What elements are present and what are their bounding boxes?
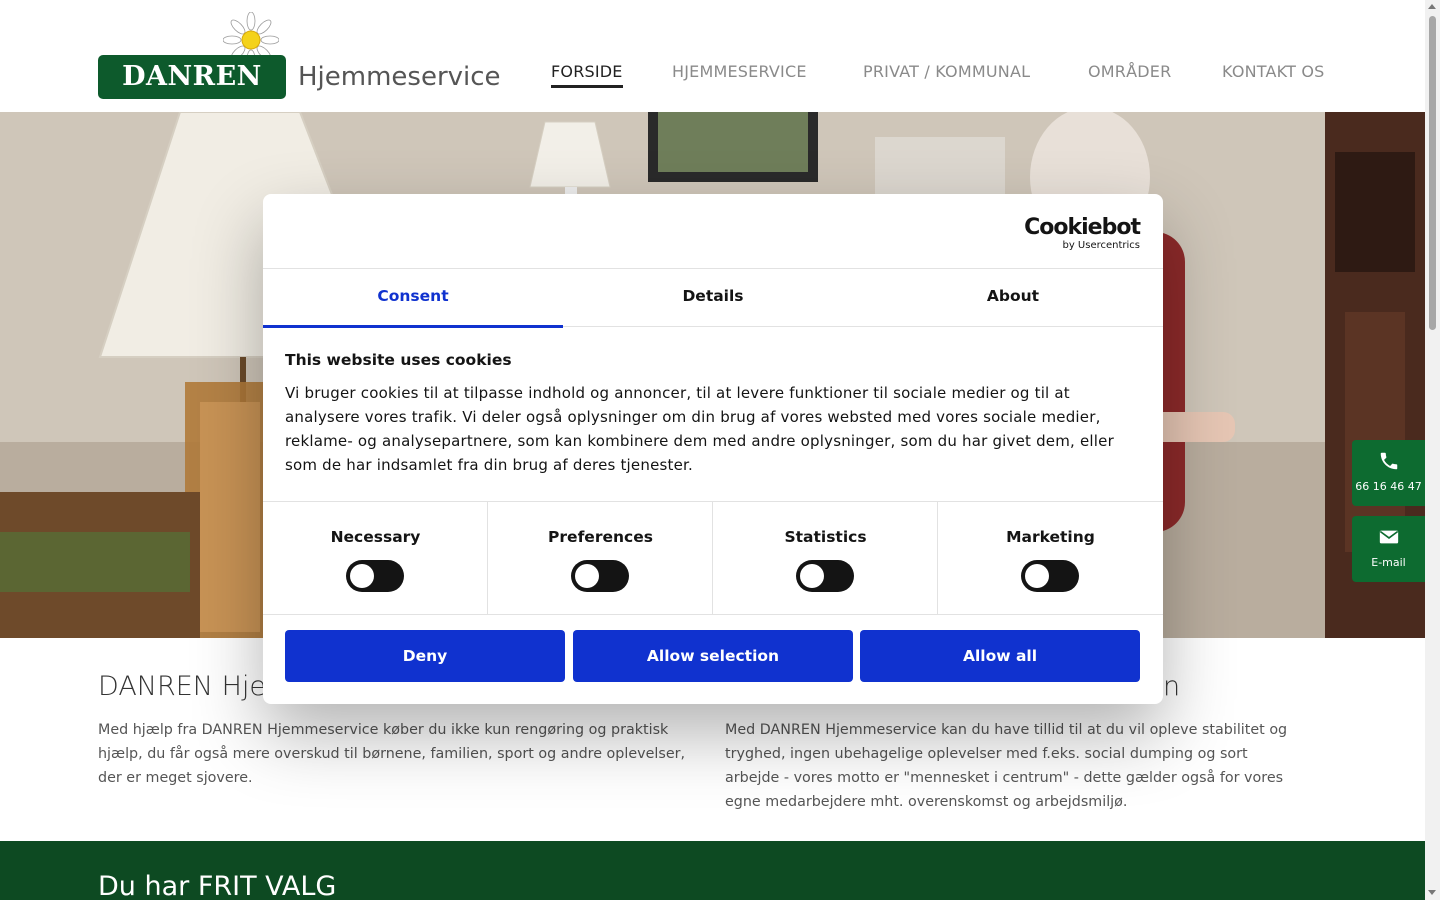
cookie-dialog-text: Vi bruger cookies til at tilpasse indhol… (285, 384, 1114, 474)
category-necessary: Necessary (263, 502, 488, 615)
phone-button[interactable]: 66 16 46 47 (1352, 440, 1425, 506)
cookie-dialog-header: Cookiebot by Usercentrics (263, 194, 1163, 269)
logo-badge-text: DANREN (122, 61, 262, 92)
category-statistics: Statistics (713, 502, 938, 615)
toggle-knob (350, 564, 374, 588)
preferences-toggle[interactable] (571, 560, 629, 592)
tab-consent[interactable]: Consent (263, 269, 563, 328)
frit-valg-heading: Du har FRIT VALG (98, 871, 337, 900)
cookiebot-logo-text: Cookiebot (1024, 215, 1141, 240)
cookiebot-logo[interactable]: Cookiebot by Usercentrics (1024, 215, 1141, 252)
nav-item-forside[interactable]: FORSIDE (551, 62, 623, 88)
deny-button[interactable]: Deny (285, 630, 565, 682)
left-paragraph: Med hjælp fra DANREN Hjemmeservice køber… (98, 722, 686, 786)
toggle-knob (575, 564, 599, 588)
category-label: Preferences (548, 528, 653, 546)
necessary-toggle[interactable] (346, 560, 404, 592)
category-label: Statistics (784, 528, 867, 546)
cookiebot-logo-sub: by Usercentrics (1062, 240, 1140, 251)
nav-item-privat-kommunal[interactable]: PRIVAT / KOMMUNAL (863, 62, 1030, 81)
category-label: Marketing (1006, 528, 1095, 546)
toggle-knob (1025, 564, 1049, 588)
statistics-toggle[interactable] (796, 560, 854, 592)
nav-item-hjemmeservice[interactable]: HJEMMESERVICE (672, 62, 807, 81)
category-marketing: Marketing (938, 502, 1163, 615)
tab-about[interactable]: About (863, 269, 1163, 327)
logo-badge: DANREN (98, 55, 286, 99)
phone-number: 66 16 46 47 (1355, 480, 1422, 493)
allow-all-button[interactable]: Allow all (860, 630, 1140, 682)
marketing-toggle[interactable] (1021, 560, 1079, 592)
cookie-tabs: Consent Details About (263, 269, 1163, 328)
scroll-up-arrow-icon[interactable] (1428, 4, 1436, 9)
cookie-dialog-body: This website uses cookies Vi bruger cook… (285, 351, 1145, 477)
category-label: Necessary (330, 528, 421, 546)
frit-valg-section: Du har FRIT VALG (0, 841, 1425, 900)
cookie-consent-dialog: Cookiebot by Usercentrics Consent Detail… (263, 194, 1163, 704)
envelope-icon (1379, 530, 1399, 544)
cookie-dialog-title: This website uses cookies (285, 351, 512, 369)
cookie-category-toggles: Necessary Preferences Statistics Marketi… (263, 501, 1163, 615)
nav-item-kontakt-os[interactable]: KONTAKT OS (1222, 62, 1325, 81)
page-scrollbar[interactable] (1425, 0, 1440, 900)
allow-selection-button[interactable]: Allow selection (573, 630, 853, 682)
right-paragraph: Med DANREN Hjemmeservice kan du have til… (725, 722, 1288, 810)
nav-item-omraader[interactable]: OMRÅDER (1088, 62, 1171, 81)
email-button[interactable]: E-mail (1352, 516, 1425, 582)
site-header: DANREN Hjemmeservice FORSIDE HJEMMESERVI… (0, 0, 1425, 112)
right-heading-tail: n (1163, 671, 1181, 702)
phone-icon (1380, 452, 1398, 470)
category-preferences: Preferences (488, 502, 713, 615)
site-logo[interactable]: DANREN Hjemmeservice (98, 12, 501, 102)
left-heading: DANREN Hje (98, 671, 266, 702)
toggle-knob (800, 564, 824, 588)
logo-subtitle: Hjemmeservice (298, 62, 501, 92)
email-label: E-mail (1371, 556, 1406, 569)
tab-details[interactable]: Details (563, 269, 863, 327)
scroll-thumb[interactable] (1429, 16, 1436, 330)
scroll-down-arrow-icon[interactable] (1428, 890, 1436, 895)
